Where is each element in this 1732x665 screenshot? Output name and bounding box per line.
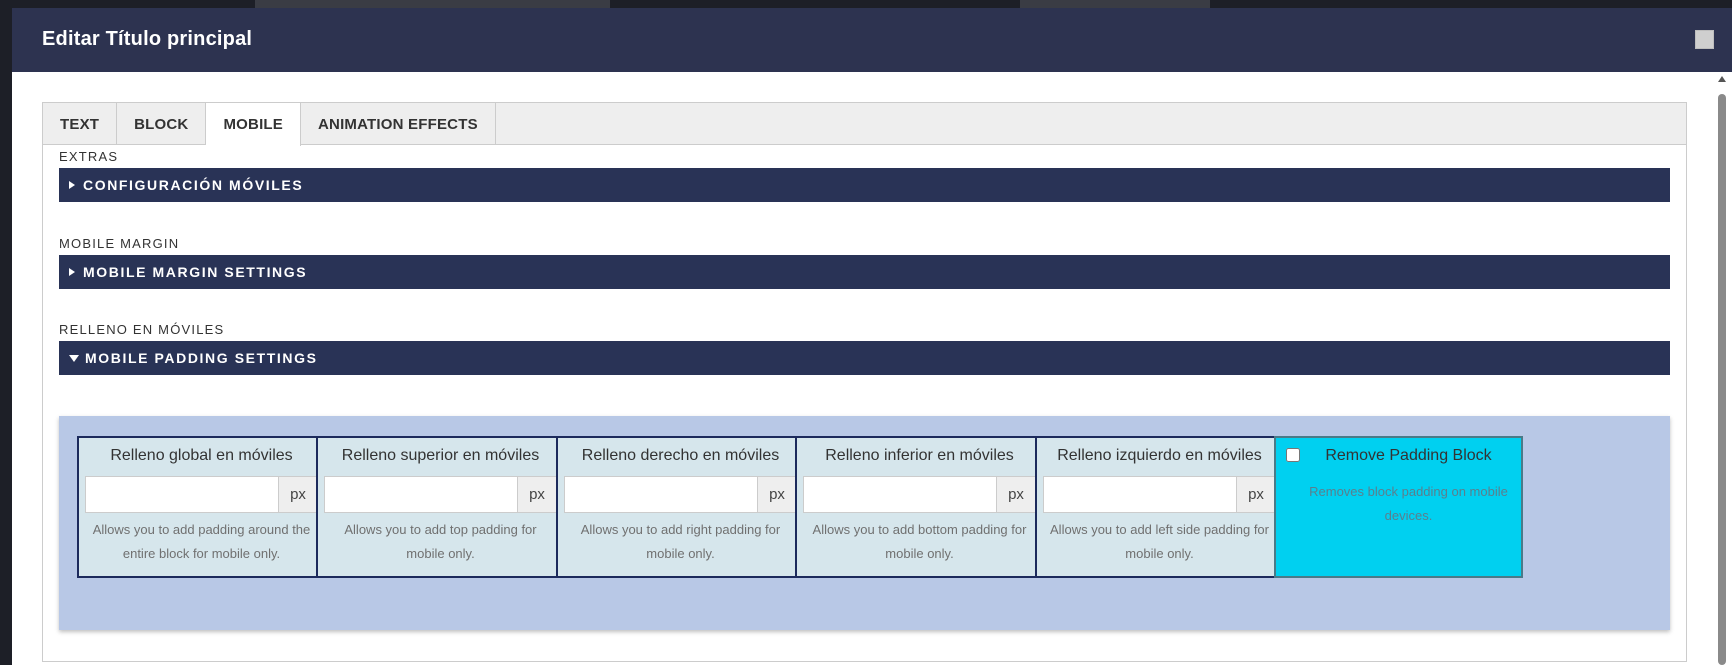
backdrop-strip [1020,0,1210,8]
padding-right-card: Relleno derecho en móviles px Allows you… [556,436,805,578]
tab-animation-effects[interactable]: ANIMATION EFFECTS [301,103,496,145]
extras-accordion-title: CONFIGURACIÓN MÓVILES [83,177,304,193]
padding-top-card: Relleno superior en móviles px Allows yo… [316,436,565,578]
tab-bar: TEXT BLOCK MOBILE ANIMATION EFFECTS [43,103,1686,146]
tab-text[interactable]: TEXT [43,103,118,145]
padding-right-description: Allows you to add right padding for mobi… [580,522,781,561]
padding-global-title: Relleno global en móviles [110,447,293,464]
mobile-margin-label: MOBILE MARGIN [59,236,180,251]
padding-right-title: Relleno derecho en móviles [581,447,780,464]
padding-global-unit: px [279,476,318,513]
extras-section: EXTRAS CONFIGURACIÓN MÓVILES [59,149,1670,202]
padding-bottom-unit: px [997,476,1036,513]
padding-bottom-input-group: px [803,476,1036,513]
close-square-icon[interactable] [1695,30,1714,49]
padding-left-input-group: px [1043,476,1276,513]
padding-top-title: Relleno superior en móviles [341,447,540,464]
edit-modal: Editar Título principal TEXT BLOCK MOBIL… [12,8,1732,665]
padding-right-unit: px [758,476,797,513]
vertical-scrollbar[interactable] [1715,76,1729,665]
padding-bottom-input[interactable] [803,476,997,513]
padding-right-input-group: px [564,476,797,513]
padding-top-input-group: px [324,476,557,513]
caret-down-icon [69,354,79,362]
mobile-padding-accordion-title: MOBILE PADDING SETTINGS [85,350,318,366]
padding-bottom-description: Allows you to add bottom padding for mob… [812,522,1027,561]
mobile-margin-accordion-header[interactable]: MOBILE MARGIN SETTINGS [59,255,1670,289]
padding-left-description: Allows you to add left side padding for … [1050,522,1269,561]
mobile-margin-accordion-title: MOBILE MARGIN SETTINGS [83,264,308,280]
padding-left-unit: px [1237,476,1276,513]
padding-right-input[interactable] [564,476,758,513]
backdrop-strip [255,0,610,8]
padding-global-card: Relleno global en móviles px Allows you … [77,436,326,578]
padding-global-input[interactable] [85,476,279,513]
extras-label: EXTRAS [59,149,119,164]
tab-block[interactable]: BLOCK [117,103,207,145]
modal-title: Editar Título principal [42,28,253,50]
mobile-margin-section: MOBILE MARGIN MOBILE MARGIN SETTINGS [59,236,1670,289]
padding-top-description: Allows you to add top padding for mobile… [344,522,537,561]
padding-bottom-title: Relleno inferior en móviles [825,447,1014,464]
tab-mobile[interactable]: MOBILE [206,103,301,146]
caret-right-icon [69,181,75,189]
caret-right-icon [69,268,75,276]
mobile-padding-content: Relleno global en móviles px Allows you … [59,416,1670,630]
mobile-padding-section: RELLENO EN MÓVILES MOBILE PADDING SETTIN… [59,322,1670,375]
mobile-padding-label: RELLENO EN MÓVILES [59,322,225,337]
padding-global-description: Allows you to add padding around the ent… [92,522,311,561]
remove-padding-title: Remove Padding Block [1325,447,1492,464]
modal-header: Editar Título principal [12,8,1732,72]
tab-panel: TEXT BLOCK MOBILE ANIMATION EFFECTS EXTR… [42,102,1687,662]
remove-padding-description: Removes block padding on mobile devices. [1309,484,1508,523]
scroll-thumb[interactable] [1718,94,1726,665]
extras-accordion-header[interactable]: CONFIGURACIÓN MÓVILES [59,168,1670,202]
padding-left-card: Relleno izquierdo en móviles px Allows y… [1035,436,1284,578]
mobile-padding-accordion-header[interactable]: MOBILE PADDING SETTINGS [59,341,1670,375]
padding-bottom-card: Relleno inferior en móviles px Allows yo… [795,436,1044,578]
scroll-up-arrow-icon[interactable] [1718,76,1726,82]
remove-padding-card: Remove Padding Block Removes block paddi… [1274,436,1523,578]
padding-global-input-group: px [85,476,318,513]
padding-left-input[interactable] [1043,476,1237,513]
padding-left-title: Relleno izquierdo en móviles [1057,447,1262,464]
padding-top-unit: px [518,476,557,513]
padding-top-input[interactable] [324,476,518,513]
